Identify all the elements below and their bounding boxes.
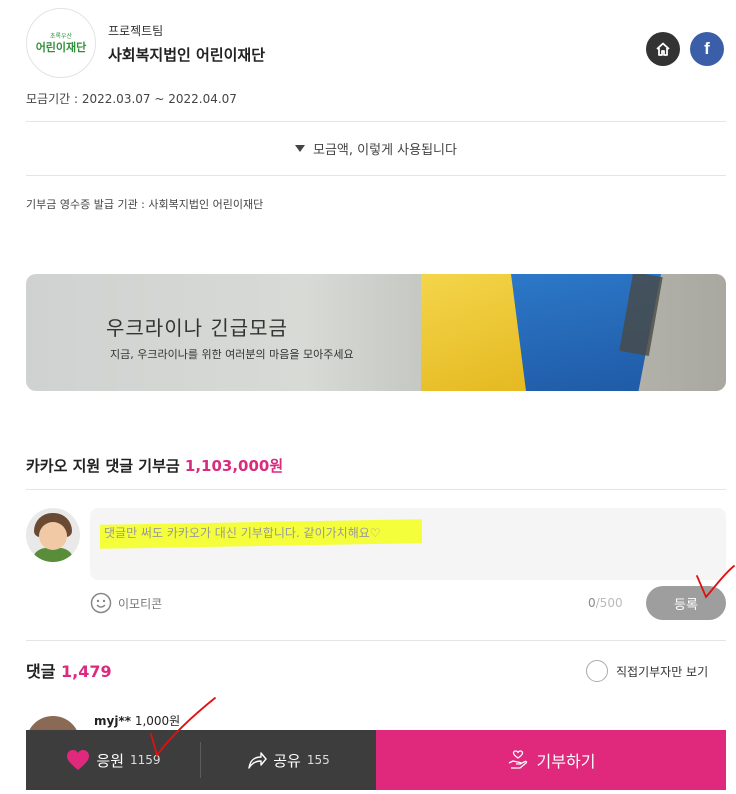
org-name[interactable]: 사회복지법인 어린이재단 — [108, 44, 265, 65]
comment-donation: 1,000원 — [134, 714, 181, 728]
share-label: 공유 — [273, 751, 301, 770]
banner-subtitle: 지금, 우크라이나를 위한 여러분의 마음을 모아주세요 — [110, 348, 354, 361]
org-subtitle: 프로젝트팀 — [108, 24, 164, 38]
usage-toggle[interactable]: 모금액, 이렇게 사용됩니다 — [26, 122, 726, 175]
comment-placeholder: 댓글만 써도 카카오가 대신 기부합니다. 같이가치해요♡ — [104, 526, 381, 540]
char-count: 0 — [588, 596, 596, 610]
receipt-issuer: 기부금 영수증 발급 기관 : 사회복지법인 어린이재단 — [26, 198, 264, 211]
register-button[interactable]: 등록 — [646, 586, 726, 620]
smiley-icon — [90, 592, 112, 614]
bottom-bar-separator — [200, 742, 201, 778]
divider — [26, 640, 726, 641]
char-max: /500 — [595, 596, 623, 610]
support-amount-heading: 카카오 지원 댓글 기부금 1,103,000원 — [26, 455, 283, 476]
divider — [26, 175, 726, 176]
banner-title: 우크라이나 긴급모금 — [106, 316, 288, 340]
avatar — [26, 508, 80, 562]
bottom-bar-left: 응원 1159 공유 155 — [26, 730, 376, 790]
bottom-action-bar: 응원 1159 공유 155 기부하기 — [26, 730, 726, 790]
share-count: 155 — [306, 753, 330, 767]
campaign-period: 모금기간 : 2022.03.07 ~ 2022.04.07 — [26, 92, 237, 106]
facebook-icon: f — [704, 39, 710, 58]
avatar-body — [32, 548, 74, 562]
logo-main-text: 어린이재단 — [35, 40, 87, 54]
comments-heading: 댓글 1,479 — [26, 658, 112, 682]
logo-small-text: 초록우산 — [49, 32, 73, 40]
share-icon — [248, 752, 267, 769]
emoticon-label: 이모티콘 — [118, 596, 163, 611]
donor-only-label: 직접기부자만 보기 — [616, 664, 709, 679]
header: 초록우산 어린이재단 프로젝트팀 사회복지법인 어린이재단 f — [26, 8, 726, 78]
cheer-label: 응원 — [96, 751, 125, 770]
donate-button[interactable]: 기부하기 — [376, 730, 726, 790]
comment-author: myj** — [94, 714, 131, 728]
home-icon — [656, 42, 670, 56]
cheer-count: 1159 — [130, 753, 161, 767]
facebook-button[interactable]: f — [690, 32, 724, 66]
emoticon-button[interactable]: 이모티콘 — [90, 592, 162, 614]
char-counter: 0/500 — [588, 596, 623, 610]
usage-toggle-label: 모금액, 이렇게 사용됩니다 — [313, 143, 457, 158]
donor-only-checkbox[interactable] — [586, 660, 608, 682]
divider — [26, 489, 726, 490]
comments-count: 1,479 — [61, 662, 112, 681]
comment-input-text: 댓글만 써도 카카오가 대신 기부합니다. 같이가치해요♡ — [90, 508, 726, 580]
share-button[interactable]: 공유 155 — [201, 730, 376, 790]
avatar-face — [39, 522, 67, 550]
donor-only-toggle[interactable]: 직접기부자만 보기 — [586, 660, 708, 682]
campaign-banner[interactable]: 우크라이나 긴급모금 지금, 우크라이나를 위한 여러분의 마음을 모아주세요 — [26, 274, 726, 391]
support-label: 카카오 지원 댓글 기부금 — [26, 457, 180, 475]
support-amount: 1,103,000원 — [184, 457, 284, 475]
heart-icon — [67, 750, 90, 770]
hand-heart-icon — [508, 750, 527, 769]
triangle-down-icon — [295, 145, 306, 152]
home-button[interactable] — [646, 32, 680, 66]
donate-label: 기부하기 — [536, 752, 596, 771]
comment-author-line: myj** 1,000원 — [94, 712, 180, 729]
comments-label: 댓글 — [26, 662, 56, 681]
org-logo[interactable]: 초록우산 어린이재단 — [26, 8, 96, 78]
cheer-button[interactable]: 응원 1159 — [26, 730, 201, 790]
